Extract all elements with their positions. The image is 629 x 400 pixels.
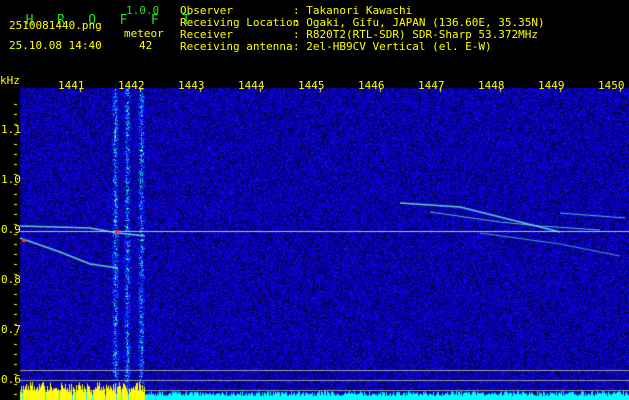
x-tick-label: 1441: [58, 79, 85, 92]
x-tick-label: 1448: [478, 79, 505, 92]
x-tick-label: 1446: [358, 79, 385, 92]
file-datetime: 25.10.08 14:40: [9, 39, 102, 52]
x-tick-label: 1444: [238, 79, 265, 92]
y-tick-label: 0.9: [1, 223, 21, 236]
app-version: 1.0.0: [126, 4, 160, 17]
x-tick-label: 1443: [178, 79, 205, 92]
info-value-antenna: : 2el-HB9CV Vertical (el. E-W): [293, 40, 492, 53]
file-name: 2510081440.png: [9, 19, 102, 32]
y-tick-label: 1.0: [1, 173, 21, 186]
x-tick-label: 1450: [598, 79, 625, 92]
x-tick-label: 1445: [298, 79, 325, 92]
y-tick-label: 1.1: [1, 123, 21, 136]
y-axis-unit: kHz: [0, 74, 20, 87]
x-tick-label: 1449: [538, 79, 565, 92]
info-label-antenna: Receiving antenna: [180, 40, 293, 53]
x-tick-label: 1447: [418, 79, 445, 92]
y-tick-label: 0.8: [1, 273, 21, 286]
meteor-count: 42: [139, 39, 153, 52]
y-tick-label: 0.6: [1, 373, 21, 386]
spectrogram: [0, 0, 629, 400]
y-tick-label: 0.7: [1, 323, 21, 336]
x-tick-label: 1442: [118, 79, 145, 92]
